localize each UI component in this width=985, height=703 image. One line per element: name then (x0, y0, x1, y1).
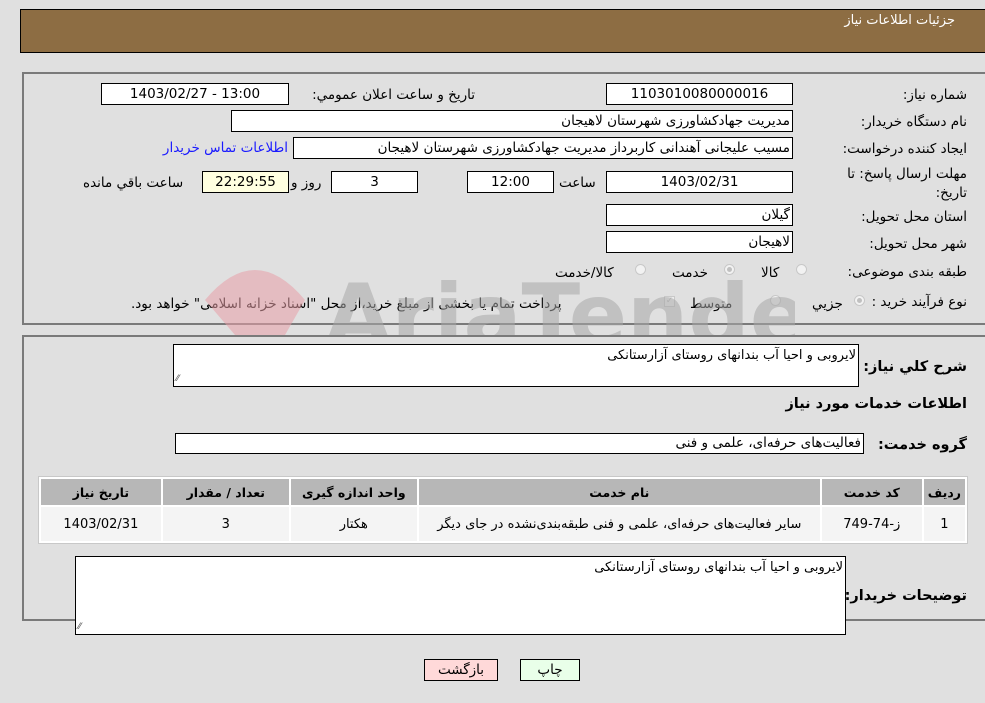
back-button[interactable]: بازگشت (424, 659, 498, 681)
buyer-notes-label: توضیحات خریدار: (844, 588, 967, 604)
buyer-contact-link[interactable]: اطلاعات تماس خریدار (163, 140, 288, 156)
cell-row-number: 1 (923, 507, 965, 541)
col-unit: واحد اندازه گیری (290, 479, 417, 505)
buyer-notes-textarea[interactable]: لایروبی و احیا آب بندانهای روستای آزارست… (75, 556, 846, 635)
remaining-time-field: 22:29:55 (202, 171, 289, 193)
requester-field[interactable]: مسیب علیجانی آهندانی کاربرداز مدیریت جها… (293, 137, 793, 159)
col-row-number: ردیف (923, 479, 965, 505)
page-title: جزئیات اطلاعات نیاز (844, 13, 955, 28)
buyer-org-field[interactable]: مدیریت جهادکشاورزی شهرستان لاهیجان (231, 110, 793, 132)
deadline-time-field[interactable]: 12:00 (467, 171, 554, 193)
requester-label: ایجاد کننده درخواست: (842, 141, 967, 157)
page-header (20, 9, 985, 53)
purchase-radio-minor[interactable] (854, 295, 865, 306)
service-group-field[interactable]: فعالیت‌های حرفه‌ای، علمی و فنی (175, 433, 864, 454)
cell-quantity: 3 (162, 507, 289, 541)
resize-grip-icon[interactable]: ⁄⁄ (78, 623, 81, 632)
category-radio-service[interactable] (724, 264, 735, 275)
category-radio-goods[interactable] (796, 264, 807, 275)
announce-datetime-label: تاریخ و ساعت اعلان عمومي: (312, 87, 475, 103)
treasury-note: پرداخت تمام یا بخشی از مبلغ خرید،از محل … (131, 296, 562, 312)
buyer-org-label: نام دستگاه خریدار: (860, 114, 967, 130)
services-table: ردیف کد خدمت نام خدمت واحد اندازه گیری ت… (38, 476, 968, 544)
description-label: شرح کلي نیاز: (863, 359, 967, 375)
resize-grip-icon[interactable]: ⁄⁄ (176, 375, 179, 384)
col-need-date: تاریخ نیاز (41, 479, 161, 505)
treasury-checkbox[interactable]: ✓ (664, 296, 675, 307)
print-button[interactable]: چاپ (520, 659, 580, 681)
cell-need-date: 1403/02/31 (41, 507, 161, 541)
category-label: طبقه بندی موضوعی: (847, 264, 967, 280)
delivery-city-label: شهر محل تحویل: (869, 236, 967, 252)
purchase-option-medium: متوسط (690, 296, 733, 312)
description-text: لایروبی و احیا آب بندانهای روستای آزارست… (607, 348, 856, 363)
category-option-goods-service: کالا/خدمت (555, 265, 614, 281)
services-section-title: اطلاعات خدمات مورد نیاز (785, 396, 967, 412)
cell-service-code: ز-74-749 (821, 507, 922, 541)
delivery-province-label: استان محل تحویل: (861, 209, 967, 225)
col-service-name: نام خدمت (418, 479, 820, 505)
days-label: روز و (291, 175, 322, 191)
col-quantity: تعداد / مقدار (162, 479, 289, 505)
need-number-field[interactable]: 1103010080000016 (606, 83, 793, 105)
category-option-goods: کالا (761, 265, 780, 281)
delivery-province-field[interactable]: گیلان (606, 204, 793, 226)
days-remaining-field[interactable]: 3 (331, 171, 418, 193)
service-group-label: گروه خدمت: (877, 437, 967, 453)
need-number-label: شماره نیاز: (902, 87, 967, 103)
category-option-service: خدمت (672, 265, 708, 281)
purchase-type-label: نوع فرآیند خرید : (871, 294, 967, 310)
table-row: 1 ز-74-749 سایر فعالیت‌های حرفه‌ای، علمی… (41, 507, 965, 541)
cell-service-name: سایر فعالیت‌های حرفه‌ای، علمی و فنی طبقه… (418, 507, 820, 541)
deadline-date-field[interactable]: 1403/02/31 (606, 171, 793, 193)
cell-unit: هکتار (290, 507, 417, 541)
deadline-label: مهلت ارسال پاسخ: تا تاریخ: (847, 166, 967, 201)
table-header-row: ردیف کد خدمت نام خدمت واحد اندازه گیری ت… (41, 479, 965, 505)
buyer-notes-text: لایروبی و احیا آب بندانهای روستای آزارست… (594, 560, 843, 575)
category-radio-goods-service[interactable] (635, 264, 646, 275)
purchase-option-minor: جزيي (812, 296, 843, 312)
remaining-time-label: ساعت باقي مانده (83, 175, 184, 191)
col-service-code: کد خدمت (821, 479, 922, 505)
purchase-radio-medium[interactable] (770, 295, 781, 306)
delivery-city-field[interactable]: لاهیجان (606, 231, 793, 253)
announce-datetime-field[interactable]: 1403/02/27 - 13:00 (101, 83, 289, 105)
description-textarea[interactable]: لایروبی و احیا آب بندانهای روستای آزارست… (173, 344, 859, 387)
deadline-time-label: ساعت (559, 175, 596, 191)
